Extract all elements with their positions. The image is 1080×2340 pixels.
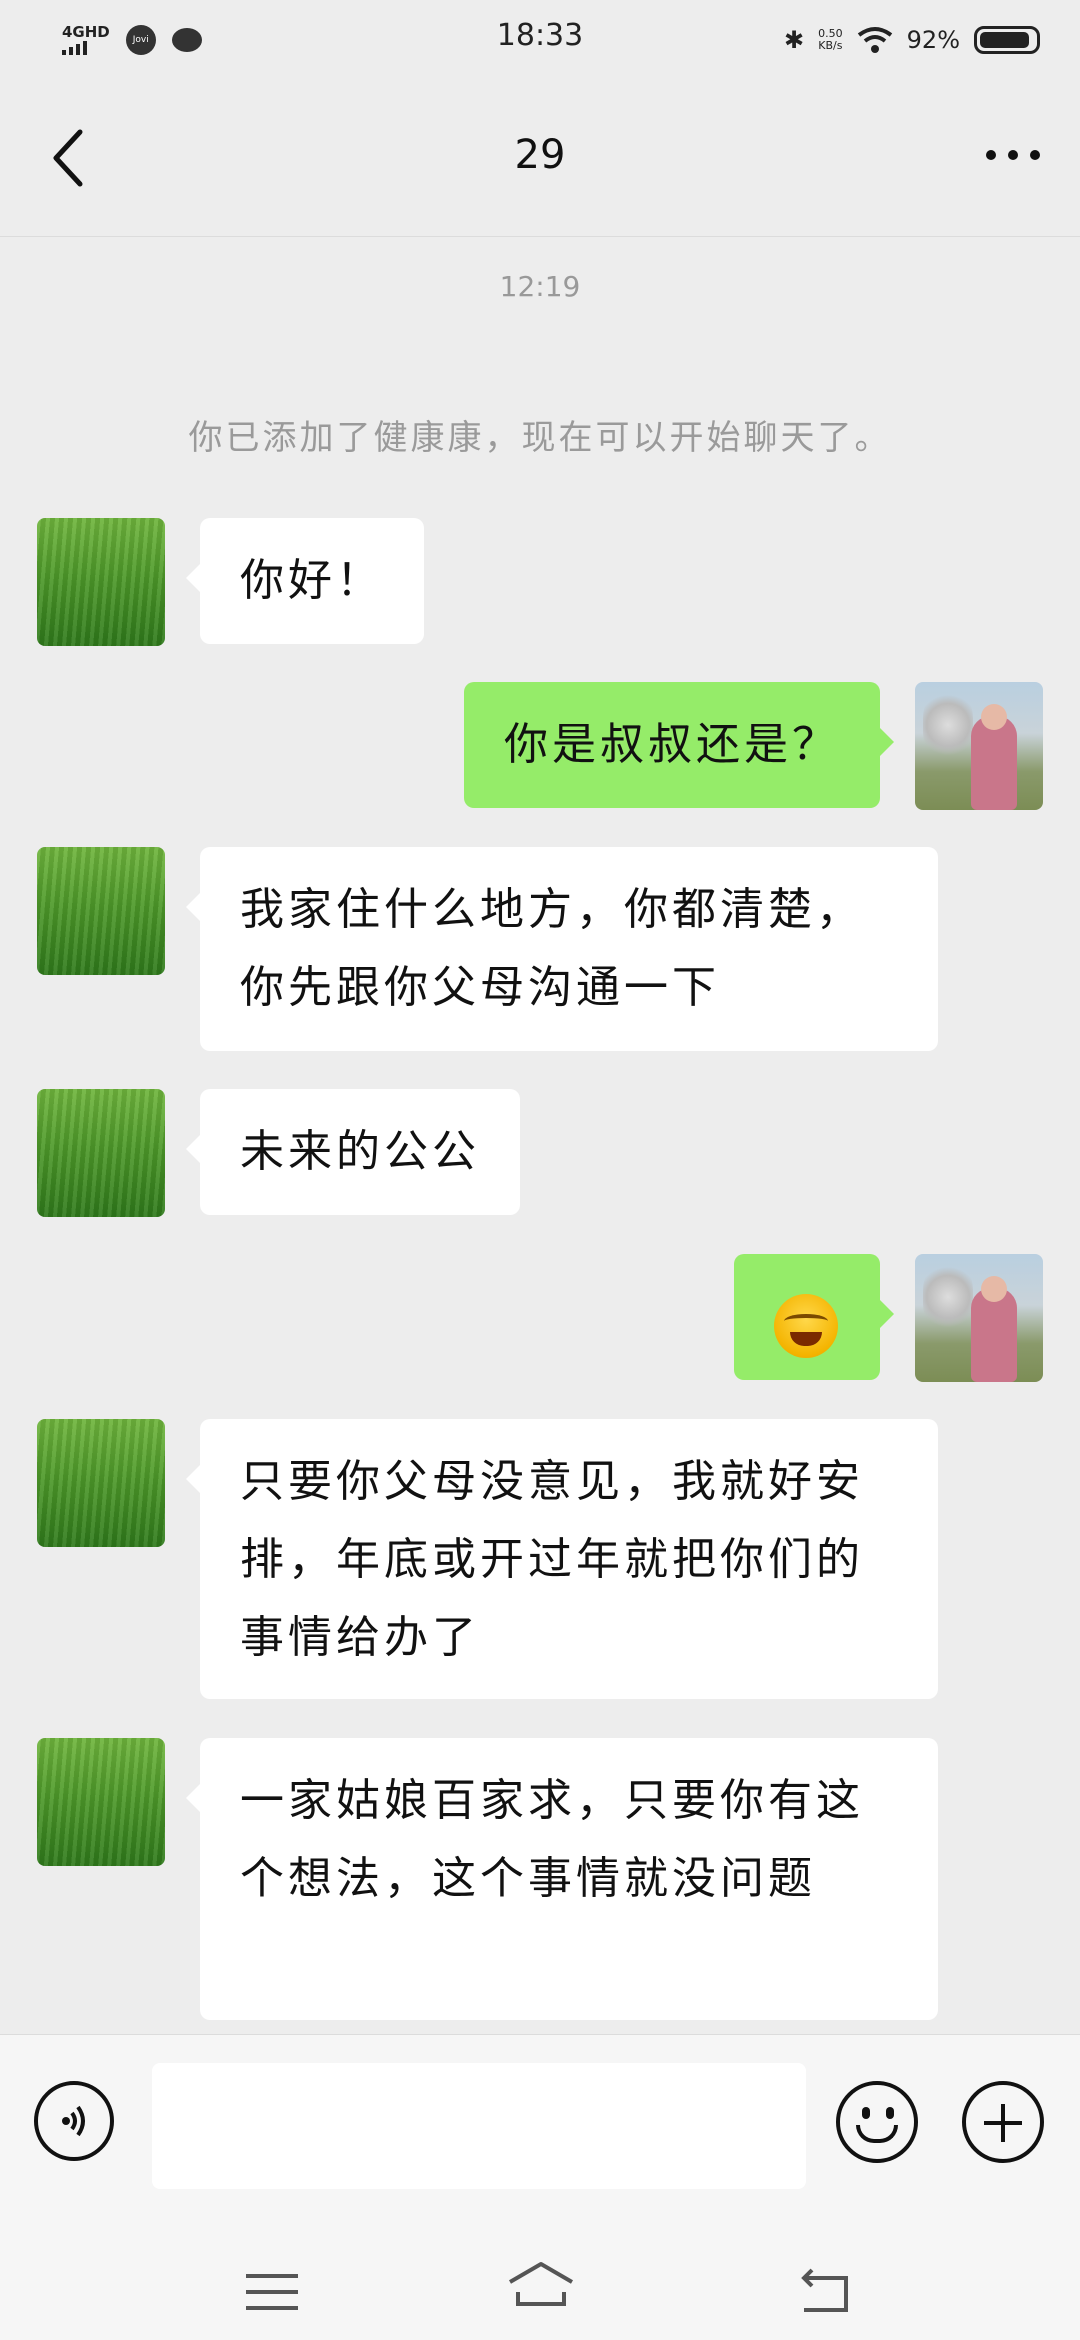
status-bar: 4GHD Jovi 18:33 ✱ 0.50 KB/s 92%: [0, 0, 1080, 78]
message-text: 只要你父母没意见，我就好安排，年底或开过年就把你们的事情给办了: [240, 1456, 864, 1663]
emoji-icon[interactable]: [836, 2081, 918, 2163]
my-avatar[interactable]: [915, 1254, 1043, 1382]
message-bubble-sent[interactable]: [734, 1254, 894, 1380]
system-message: 你已添加了健康康，现在可以开始聊天了。: [188, 418, 892, 458]
home-icon[interactable]: [506, 2260, 576, 2320]
message-bubble-received[interactable]: 一家姑娘百家求，只要你有这个想法，这个事情就没问题: [186, 1738, 938, 2020]
my-avatar[interactable]: [915, 682, 1043, 810]
chat-timestamp: 12:19: [499, 270, 581, 303]
input-bar: [0, 2034, 1080, 2235]
network-speed: 0.50 KB/s: [818, 28, 843, 52]
contact-avatar[interactable]: [37, 1089, 165, 1217]
message-text: 你好！: [240, 555, 384, 606]
contact-avatar[interactable]: [37, 1738, 165, 1866]
network-speed-unit: KB/s: [818, 39, 843, 52]
chat-header: 29: [0, 78, 1080, 237]
battery-percent: 92%: [906, 26, 960, 54]
message-text: 未来的公公: [240, 1126, 480, 1177]
message-bubble-received[interactable]: 只要你父母没意见，我就好安排，年底或开过年就把你们的事情给办了: [186, 1419, 938, 1699]
system-nav-bar: [0, 2234, 1080, 2340]
contact-avatar[interactable]: [37, 1419, 165, 1547]
more-options-icon[interactable]: [986, 150, 1040, 160]
laugh-cry-emoji-icon: [774, 1293, 838, 1358]
battery-icon: [974, 26, 1040, 54]
message-bubble-sent[interactable]: 你是叔叔还是？: [464, 682, 894, 808]
message-text: 一家姑娘百家求，只要你有这个想法，这个事情就没问题: [240, 1775, 864, 1904]
chat-title: 29: [514, 132, 566, 178]
status-right: ✱ 0.50 KB/s 92%: [784, 20, 1040, 60]
message-bubble-received[interactable]: 我家住什么地方，你都清楚，你先跟你父母沟通一下: [186, 847, 938, 1051]
bluetooth-icon: ✱: [784, 26, 805, 54]
plus-icon[interactable]: [962, 2081, 1044, 2163]
back-nav-icon[interactable]: [796, 2268, 852, 2316]
voice-icon[interactable]: [34, 2081, 114, 2161]
message-input[interactable]: [152, 2063, 806, 2189]
menu-icon[interactable]: [246, 2274, 298, 2314]
contact-avatar[interactable]: [37, 847, 165, 975]
contact-avatar[interactable]: [37, 518, 165, 646]
message-bubble-received[interactable]: 你好！: [186, 518, 424, 644]
message-text: 我家住什么地方，你都清楚，你先跟你父母沟通一下: [240, 884, 864, 1013]
wifi-icon: [857, 27, 892, 53]
message-bubble-received[interactable]: 未来的公公: [186, 1089, 520, 1215]
message-text: 你是叔叔还是？: [504, 719, 840, 770]
